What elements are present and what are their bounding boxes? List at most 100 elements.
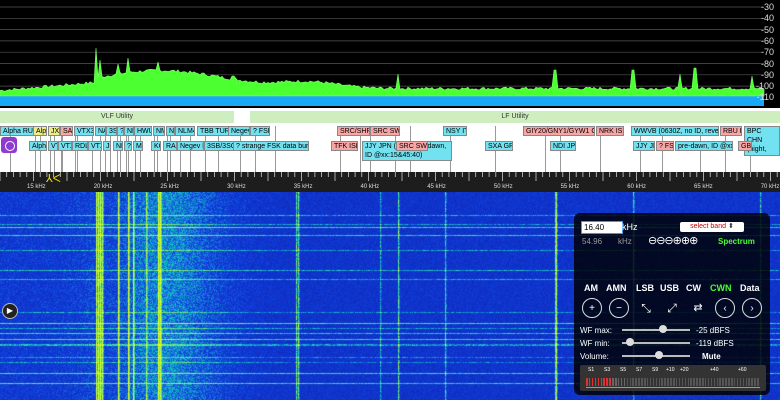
station-label[interactable]: JJY JPN bbox=[633, 141, 655, 151]
station-label[interactable]: RBU RUS bbox=[720, 126, 742, 136]
station-label[interactable]: Negev I bbox=[177, 141, 204, 151]
mode-amn[interactable]: AMN bbox=[606, 283, 627, 293]
play-icon[interactable]: ▶ bbox=[2, 303, 18, 319]
station-label[interactable]: Alph bbox=[33, 126, 47, 136]
smeter-segment bbox=[652, 378, 655, 386]
zoom-out-icon[interactable]: − bbox=[609, 298, 629, 318]
station-label[interactable]: VTX3 bbox=[74, 126, 94, 136]
smeter-label: +60 bbox=[738, 367, 747, 373]
station-label[interactable]: VT bbox=[48, 141, 58, 151]
station-label[interactable]: TFK ISL bbox=[331, 141, 358, 151]
station-label[interactable]: TBB TUR bbox=[197, 126, 229, 136]
mode-data[interactable]: Data bbox=[740, 283, 760, 293]
db-label: -70 bbox=[760, 47, 774, 58]
scale-label: 55 kHz bbox=[560, 184, 580, 190]
station-label[interactable]: JC bbox=[103, 141, 111, 151]
select-band-label: select band bbox=[690, 223, 726, 230]
station-label[interactable]: HWU bbox=[134, 126, 152, 136]
station-label[interactable]: pre-dawn, ID @xx:1 bbox=[675, 141, 733, 151]
volume-knob[interactable] bbox=[655, 351, 664, 359]
mode-usb[interactable]: USB bbox=[660, 283, 679, 293]
station-label[interactable]: SRC SWE bbox=[396, 141, 428, 151]
step-right-icon[interactable]: › bbox=[742, 298, 762, 318]
station-label[interactable]: NSY ITA bbox=[443, 126, 467, 136]
station-label[interactable]: SXA GRC bbox=[485, 141, 513, 151]
smeter-segment bbox=[754, 378, 756, 386]
station-label[interactable]: NML bbox=[153, 126, 165, 136]
station-label[interactable]: GIY20/GNY1/GYW1 GBR bbox=[523, 126, 595, 136]
mode-cw[interactable]: CW bbox=[686, 283, 701, 293]
mode-cwn[interactable]: CWN bbox=[710, 283, 732, 293]
station-label[interactable]: ? FSK bbox=[250, 126, 270, 136]
mode-lsb[interactable]: LSB bbox=[636, 283, 654, 293]
smeter-segment bbox=[591, 378, 594, 386]
station-label[interactable]: ? strange FSK data bursts bbox=[233, 141, 309, 151]
smeter-label: S1 bbox=[588, 367, 595, 373]
dropdown-arrow-icon: ⬍ bbox=[727, 223, 734, 230]
menu-icon[interactable] bbox=[1, 137, 17, 153]
station-label[interactable]: 3SB/3SQ bbox=[204, 141, 234, 151]
station-label[interactable]: JXN bbox=[48, 126, 60, 136]
wf-max-knob[interactable] bbox=[658, 325, 667, 333]
station-label[interactable]: ? bbox=[117, 126, 124, 136]
db-label: -110 bbox=[756, 92, 774, 103]
scale-label: 30 kHz bbox=[227, 184, 246, 190]
station-label[interactable]: SRC SWE bbox=[370, 126, 400, 136]
station-label[interactable]: MH bbox=[133, 141, 143, 151]
station-label[interactable]: KC bbox=[151, 141, 161, 151]
station-label[interactable]: NP bbox=[113, 141, 123, 151]
mute-button[interactable]: Mute bbox=[702, 352, 721, 361]
station-label[interactable]: Negev bbox=[228, 126, 250, 136]
spectrum-display[interactable]: -30 -40 -50 -60 -70 -80 -90 -100 -110 bbox=[0, 0, 780, 108]
swap-icon[interactable]: ⇄ bbox=[688, 298, 708, 318]
station-label[interactable]: WWVB (0630Z, no ID, reverse) bbox=[631, 126, 719, 136]
station-label[interactable]: SAQ bbox=[60, 126, 73, 136]
station-label[interactable]: GBR bbox=[738, 141, 752, 151]
mode-am[interactable]: AM bbox=[584, 283, 598, 293]
wf-min-knob[interactable] bbox=[626, 338, 635, 346]
expand-icon[interactable]: ⤢ bbox=[662, 298, 682, 318]
spectrum-plot bbox=[0, 6, 765, 106]
station-label[interactable]: NPM bbox=[124, 126, 134, 136]
frequency-scale[interactable]: ⅄ᐸ 15 kHz 20 kHz 25 kHz 30 kHz 35 kHz 40 kHz 4… bbox=[0, 172, 780, 192]
smeter-segment bbox=[684, 378, 687, 386]
band-vlf-label: VLF Utility bbox=[101, 113, 133, 120]
step-left-icon[interactable]: ‹ bbox=[715, 298, 735, 318]
smeter-segment bbox=[623, 378, 626, 386]
station-label[interactable]: NLM4 bbox=[175, 126, 195, 136]
station-label[interactable]: VTX bbox=[88, 141, 102, 151]
station-label[interactable]: NDI JPN bbox=[550, 141, 576, 151]
passband-marker-icon[interactable]: ⅄ᐸ bbox=[45, 173, 61, 185]
smeter-segment bbox=[702, 378, 704, 386]
scale-label: 15 kHz bbox=[27, 184, 46, 190]
wf-min-value: -119 dBFS bbox=[696, 339, 734, 348]
smeter-segment bbox=[736, 378, 739, 386]
station-label[interactable]: Alpha bbox=[29, 141, 47, 151]
station-label[interactable]: VTX bbox=[58, 141, 72, 151]
station-label[interactable]: RAB bbox=[163, 141, 177, 151]
station-label[interactable]: ? bbox=[124, 141, 132, 151]
station-label[interactable]: Alpha RUS bbox=[0, 126, 34, 136]
wf-min-label: WF min: bbox=[580, 339, 610, 348]
band-lf-utility[interactable]: LF Utility bbox=[250, 111, 780, 123]
smeter-segment bbox=[655, 378, 658, 386]
station-label[interactable]: NAA bbox=[95, 126, 106, 136]
station-label[interactable]: RDL bbox=[72, 141, 88, 151]
collapse-icon[interactable]: ⤡ bbox=[636, 298, 656, 318]
station-label[interactable]: SRC/SHR bbox=[337, 126, 370, 136]
smeter-segment bbox=[693, 378, 695, 386]
smeter-segment bbox=[670, 378, 672, 386]
station-label[interactable]: ? FSK bbox=[656, 141, 674, 151]
band-vlf-utility[interactable]: VLF Utility bbox=[0, 111, 234, 123]
station-label[interactable]: 3SB bbox=[106, 126, 117, 136]
wf-max-slider[interactable] bbox=[622, 329, 690, 331]
zoom-step-icons[interactable]: ⊖⊖⊖⊕⊕⊕ bbox=[648, 234, 698, 247]
station-label[interactable]: NRK ISL bbox=[596, 126, 624, 136]
select-band-dropdown[interactable]: select band ⬍ bbox=[680, 222, 744, 232]
smeter-segment bbox=[638, 378, 640, 386]
frequency-input[interactable]: 16.40 bbox=[581, 221, 623, 234]
zoom-in-icon[interactable]: + bbox=[582, 298, 602, 318]
station-label[interactable]: NLK bbox=[166, 126, 175, 136]
spectrum-toggle[interactable]: Spectrum bbox=[718, 237, 755, 246]
smeter-segment bbox=[713, 378, 716, 386]
